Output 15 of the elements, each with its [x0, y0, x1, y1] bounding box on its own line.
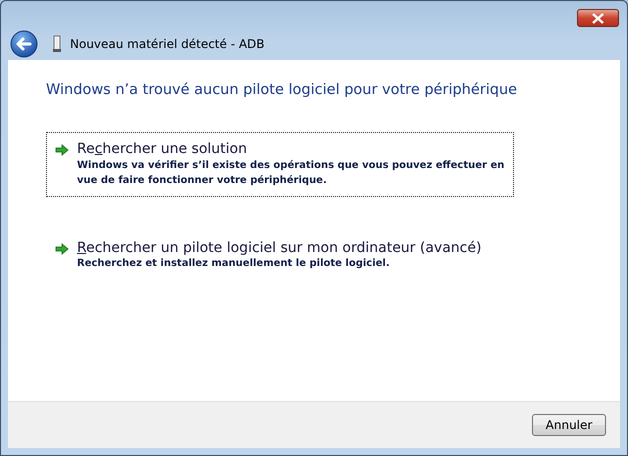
back-button[interactable] — [10, 30, 38, 58]
wizard-heading: Windows n’a trouvé aucun pilote logiciel pour votre périphérique — [46, 81, 518, 100]
wizard-option[interactable]: Rechercher un pilote logiciel sur mon ordinateur (avancé) Recherchez et installez manuellement le pilote logiciel. — [46, 230, 514, 280]
window-title: Nouveau matériel détecté - ADB — [70, 36, 265, 53]
option-title: Rechercher un pilote logiciel sur mon ordinateur (avancé) — [77, 240, 482, 256]
usb-device-icon — [52, 35, 62, 53]
arrow-icon — [55, 144, 69, 156]
wizard-option[interactable]: Rechercher une solution Windows va vérifier s’il existe des opérations que vous pouvez effectuer en vue de faire fonctionner votre périphérique. — [46, 132, 514, 197]
option-description: Windows va vérifier s’il existe des opérations que vous pouvez effectuer en vue de faire fonctionner votre périphérique. — [77, 158, 505, 188]
cancel-button[interactable]: Annuler — [532, 414, 606, 436]
option-title: Rechercher une solution — [77, 140, 248, 158]
close-icon — [591, 12, 605, 24]
option-description: Recherchez et installez manuellement le pilote logiciel. — [77, 257, 391, 272]
arrow-icon — [55, 242, 69, 255]
close-button[interactable] — [577, 9, 619, 27]
